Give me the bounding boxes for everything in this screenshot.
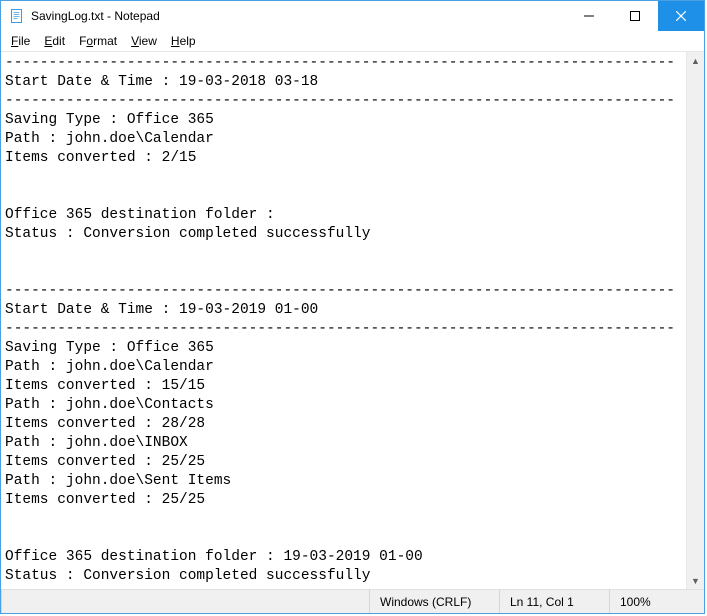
menu-file[interactable]: File xyxy=(5,33,36,49)
vertical-scrollbar[interactable]: ▲ ▼ xyxy=(686,52,704,589)
status-position: Ln 11, Col 1 xyxy=(499,590,609,613)
status-encoding: Windows (CRLF) xyxy=(369,590,499,613)
window-title: SavingLog.txt - Notepad xyxy=(31,9,160,23)
notepad-window: SavingLog.txt - Notepad File Edit Format… xyxy=(0,0,705,614)
window-buttons xyxy=(566,1,704,31)
menu-edit[interactable]: Edit xyxy=(38,33,71,49)
scroll-track[interactable] xyxy=(687,69,704,572)
scroll-up-icon[interactable]: ▲ xyxy=(687,52,704,69)
status-bar: Windows (CRLF) Ln 11, Col 1 100% xyxy=(1,589,704,613)
status-zoom: 100% xyxy=(609,590,704,613)
notepad-icon xyxy=(9,8,25,24)
status-main-pane xyxy=(1,590,369,613)
scroll-down-icon[interactable]: ▼ xyxy=(687,572,704,589)
menu-bar: File Edit Format View Help xyxy=(1,31,704,52)
minimize-button[interactable] xyxy=(566,1,612,31)
menu-help[interactable]: Help xyxy=(165,33,202,49)
maximize-button[interactable] xyxy=(612,1,658,31)
menu-format[interactable]: Format xyxy=(73,33,123,49)
text-editor[interactable]: ----------------------------------------… xyxy=(1,52,686,589)
title-bar[interactable]: SavingLog.txt - Notepad xyxy=(1,1,704,31)
content-area: ----------------------------------------… xyxy=(1,52,704,589)
menu-view[interactable]: View xyxy=(125,33,163,49)
close-button[interactable] xyxy=(658,1,704,31)
